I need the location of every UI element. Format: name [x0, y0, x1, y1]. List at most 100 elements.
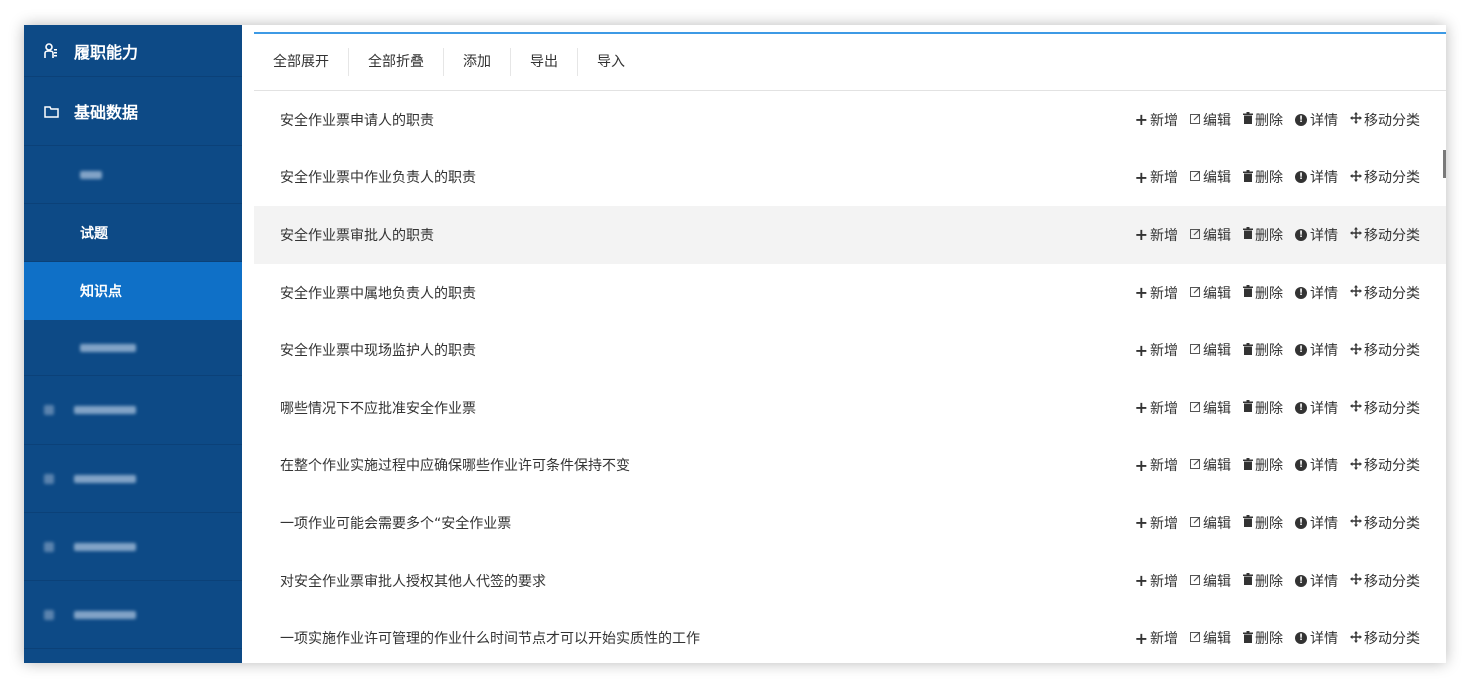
move-category-button[interactable]: 移动分类 [1350, 283, 1420, 303]
delete-button[interactable]: 删除 [1243, 340, 1283, 360]
list-item[interactable]: 安全作业票中现场监护人的职责 + 新增 编辑 删除 ! 详情 移动分类 [254, 321, 1446, 379]
detail-button[interactable]: ! 详情 [1295, 455, 1338, 475]
knowledge-point-title[interactable]: 安全作业票中作业负责人的职责 [280, 167, 476, 187]
knowledge-point-title[interactable]: 安全作业票申请人的职责 [280, 110, 434, 130]
list-item[interactable]: 安全作业票中属地负责人的职责 + 新增 编辑 删除 ! 详情 移动分类 [254, 264, 1446, 322]
action-label: 详情 [1310, 573, 1338, 590]
export-button[interactable]: 导出 [511, 48, 578, 76]
detail-button[interactable]: ! 详情 [1295, 167, 1338, 187]
delete-button[interactable]: 删除 [1243, 455, 1283, 475]
knowledge-point-title[interactable]: 安全作业票中现场监护人的职责 [280, 340, 476, 360]
list-item[interactable]: 对安全作业票审批人授权其他人代签的要求 + 新增 编辑 删除 ! 详情 移动分类 [254, 552, 1446, 610]
move-category-button[interactable]: 移动分类 [1350, 513, 1420, 533]
add-child-button[interactable]: + 新增 [1135, 571, 1178, 591]
edit-button[interactable]: 编辑 [1190, 340, 1231, 360]
sidebar-item-blurred[interactable] [24, 513, 242, 581]
edit-button[interactable]: 编辑 [1190, 167, 1231, 187]
knowledge-point-title[interactable]: 安全作业票审批人的职责 [280, 225, 434, 245]
add-child-button[interactable]: + 新增 [1135, 110, 1178, 130]
detail-button[interactable]: ! 详情 [1295, 398, 1338, 418]
action-label: 移动分类 [1364, 400, 1420, 417]
plus-icon: + [1134, 225, 1148, 245]
knowledge-point-title[interactable]: 哪些情况下不应批准安全作业票 [280, 398, 476, 418]
import-button[interactable]: 导入 [578, 48, 644, 76]
knowledge-point-title[interactable]: 一项作业可能会需要多个“安全作业票 [280, 513, 511, 533]
move-category-button[interactable]: 移动分类 [1350, 110, 1420, 130]
edit-button[interactable]: 编辑 [1190, 628, 1231, 648]
collapse-all-button[interactable]: 全部折叠 [349, 48, 444, 76]
action-label: 编辑 [1203, 573, 1231, 590]
edit-button[interactable]: 编辑 [1190, 455, 1231, 475]
detail-button[interactable]: ! 详情 [1295, 513, 1338, 533]
app-window: 履职能力 基础数据 试题 知识点 全部展开 全部折叠 添加 导出 导入 安全作业… [24, 25, 1446, 663]
detail-button[interactable]: ! 详情 [1295, 628, 1338, 648]
delete-button[interactable]: 删除 [1243, 571, 1283, 591]
list-item[interactable]: 安全作业票中作业负责人的职责 + 新增 编辑 删除 ! 详情 移动分类 [254, 149, 1446, 207]
edit-button[interactable]: 编辑 [1190, 283, 1231, 303]
edit-button[interactable]: 编辑 [1190, 225, 1231, 245]
detail-button[interactable]: ! 详情 [1295, 340, 1338, 360]
add-button[interactable]: 添加 [444, 48, 511, 76]
detail-button[interactable]: ! 详情 [1295, 283, 1338, 303]
edit-button[interactable]: 编辑 [1190, 513, 1231, 533]
sidebar-subitem-blurred[interactable] [24, 146, 242, 204]
list-item[interactable]: 一项作业可能会需要多个“安全作业票 + 新增 编辑 删除 ! 详情 移动分类 [254, 494, 1446, 552]
sidebar-subitem-knowledge-points[interactable]: 知识点 [24, 262, 242, 320]
list-item[interactable]: 安全作业票申请人的职责 + 新增 编辑 删除 ! 详情 移动分类 [254, 91, 1446, 149]
edit-button[interactable]: 编辑 [1190, 571, 1231, 591]
move-category-button[interactable]: 移动分类 [1350, 340, 1420, 360]
sidebar-item-duty-ability[interactable]: 履职能力 [24, 25, 242, 77]
detail-button[interactable]: ! 详情 [1295, 225, 1338, 245]
move-category-button[interactable]: 移动分类 [1350, 455, 1420, 475]
edit-button[interactable]: 编辑 [1190, 110, 1231, 130]
sidebar-item-blurred[interactable] [24, 581, 242, 649]
move-category-button[interactable]: 移动分类 [1350, 398, 1420, 418]
list-item[interactable]: 在整个作业实施过程中应确保哪些作业许可条件保持不变 + 新增 编辑 删除 ! 详情 移动分类 [254, 437, 1446, 495]
add-child-button[interactable]: + 新增 [1135, 513, 1178, 533]
sidebar-item-basic-data[interactable]: 基础数据 [24, 77, 242, 146]
add-child-button[interactable]: + 新增 [1135, 283, 1178, 303]
action-label: 新增 [1150, 515, 1178, 532]
delete-button[interactable]: 删除 [1243, 110, 1283, 130]
info-icon: ! [1295, 516, 1307, 529]
detail-button[interactable]: ! 详情 [1295, 571, 1338, 591]
delete-button[interactable]: 删除 [1243, 628, 1283, 648]
delete-button[interactable]: 删除 [1243, 225, 1283, 245]
scrollbar-thumb[interactable] [1443, 150, 1446, 178]
move-category-button[interactable]: 移动分类 [1350, 628, 1420, 648]
move-category-button[interactable]: 移动分类 [1350, 571, 1420, 591]
knowledge-point-title[interactable]: 对安全作业票审批人授权其他人代签的要求 [280, 571, 546, 591]
action-label: 详情 [1310, 227, 1338, 244]
list-item[interactable]: 安全作业票审批人的职责 + 新增 编辑 删除 ! 详情 移动分类 [254, 206, 1446, 264]
list-item[interactable]: 一项实施作业许可管理的作业什么时间节点才可以开始实质性的工作 + 新增 编辑 删除 ! 详情… [254, 609, 1446, 663]
move-category-button[interactable]: 移动分类 [1350, 167, 1420, 187]
edit-button[interactable]: 编辑 [1190, 398, 1231, 418]
add-child-button[interactable]: + 新增 [1135, 225, 1178, 245]
sidebar-item-blurred[interactable] [24, 445, 242, 513]
add-child-button[interactable]: + 新增 [1135, 455, 1178, 475]
knowledge-point-title[interactable]: 在整个作业实施过程中应确保哪些作业许可条件保持不变 [280, 455, 630, 475]
expand-all-button[interactable]: 全部展开 [254, 48, 349, 76]
delete-button[interactable]: 删除 [1243, 283, 1283, 303]
info-icon: ! [1295, 286, 1307, 299]
add-child-button[interactable]: + 新增 [1135, 340, 1178, 360]
move-category-button[interactable]: 移动分类 [1350, 225, 1420, 245]
add-child-button[interactable]: + 新增 [1135, 628, 1178, 648]
list-item[interactable]: 哪些情况下不应批准安全作业票 + 新增 编辑 删除 ! 详情 移动分类 [254, 379, 1446, 437]
plus-icon: + [1134, 513, 1148, 533]
action-label: 删除 [1255, 170, 1283, 187]
knowledge-point-title[interactable]: 一项实施作业许可管理的作业什么时间节点才可以开始实质性的工作 [280, 628, 700, 648]
add-child-button[interactable]: + 新增 [1135, 398, 1178, 418]
delete-button[interactable]: 删除 [1243, 398, 1283, 418]
detail-button[interactable]: ! 详情 [1295, 110, 1338, 130]
sidebar-item-blurred[interactable] [24, 376, 242, 445]
delete-button[interactable]: 删除 [1243, 513, 1283, 533]
row-actions: + 新增 编辑 删除 ! 详情 移动分类 [1135, 628, 1420, 648]
action-label: 编辑 [1203, 285, 1231, 302]
knowledge-point-title[interactable]: 安全作业票中属地负责人的职责 [280, 283, 476, 303]
sidebar-subitem-questions[interactable]: 试题 [24, 204, 242, 262]
add-child-button[interactable]: + 新增 [1135, 167, 1178, 187]
sidebar-subitem-blurred[interactable] [24, 320, 242, 376]
move-icon [1350, 457, 1362, 473]
delete-button[interactable]: 删除 [1243, 167, 1283, 187]
